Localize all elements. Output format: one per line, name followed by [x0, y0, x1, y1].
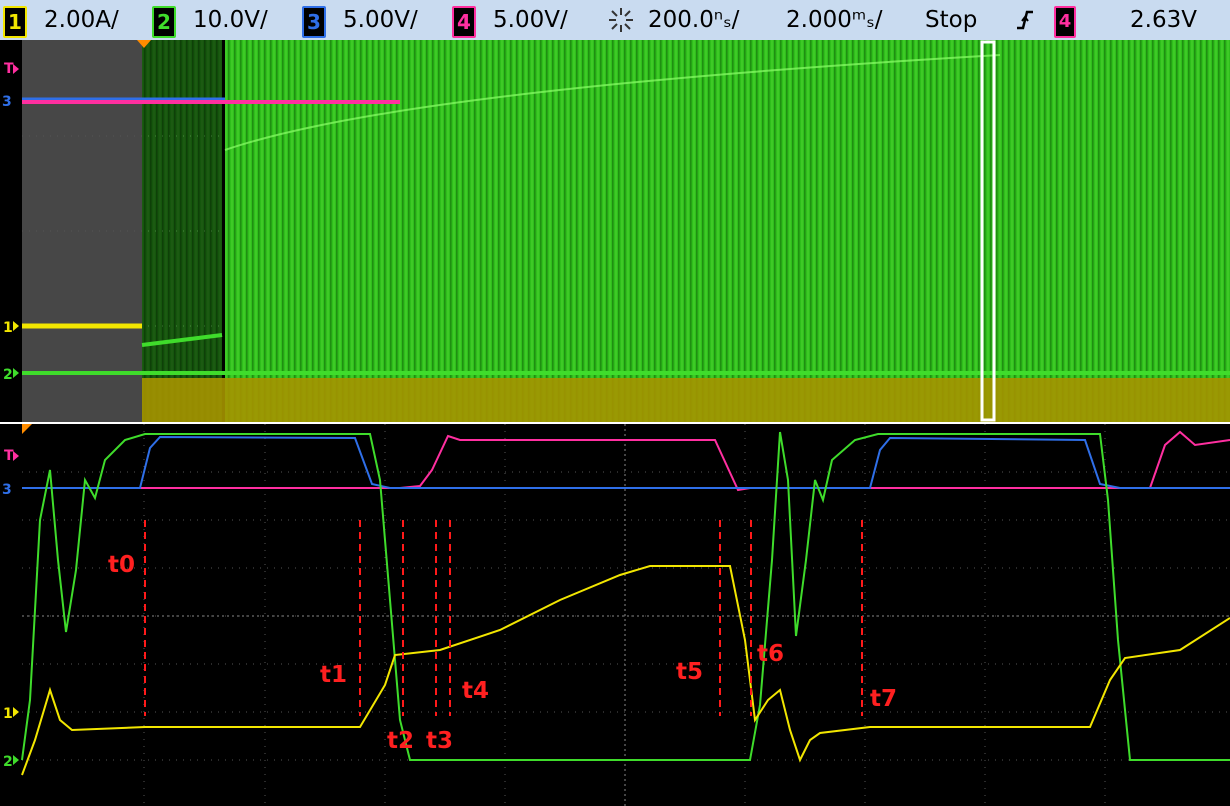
svg-text:T: T: [4, 448, 14, 464]
zoom-pane: T 3 1 2: [2, 424, 1230, 806]
ch1-band: [142, 378, 1230, 422]
label-t1: t1: [320, 662, 347, 688]
label-t5: t5: [676, 659, 703, 685]
run-state[interactable]: Stop: [925, 0, 977, 40]
waveform-display[interactable]: T 3 1 2 T 3 1 2: [0, 40, 1230, 806]
ch2-startup-burst: [142, 40, 222, 422]
outside-zoom-left: [22, 40, 142, 422]
svg-text:3: 3: [2, 94, 12, 110]
label-t7: t7: [870, 686, 897, 712]
overview-markers: T 3 1 2: [2, 61, 19, 383]
svg-text:3: 3: [2, 482, 12, 498]
svg-text:T: T: [4, 61, 14, 77]
ch3-badge[interactable]: 3: [302, 6, 326, 38]
ch3-scale[interactable]: 5.00V/: [343, 0, 418, 40]
zoom-timebase[interactable]: 200.0ⁿₛ/: [648, 0, 739, 40]
svg-text:2: 2: [3, 367, 13, 383]
rising-edge-icon: [1017, 10, 1033, 30]
ch2-badge[interactable]: 2: [152, 6, 176, 38]
ch2-envelope: [225, 40, 1230, 422]
ch1-badge[interactable]: 1: [3, 6, 27, 38]
label-t6: t6: [757, 641, 784, 667]
label-t4: t4: [462, 678, 489, 704]
label-t0: t0: [108, 552, 135, 578]
main-timebase[interactable]: 2.000ᵐₛ/: [786, 0, 883, 40]
svg-text:2: 2: [3, 754, 13, 770]
ch2-scale[interactable]: 10.0V/: [193, 0, 268, 40]
overview-pane: T 3 1 2: [2, 40, 1230, 422]
svg-text:1: 1: [3, 706, 13, 722]
trigger-level[interactable]: 2.63V: [1130, 0, 1197, 40]
ch1-scale[interactable]: 2.00A/: [44, 0, 119, 40]
status-bar: 1 2.00A/ 2 10.0V/ 3 5.00V/ 4 5.00V/ 200.…: [0, 0, 1230, 40]
ch4-badge[interactable]: 4: [452, 6, 476, 38]
svg-text:1: 1: [3, 320, 13, 336]
ch4-scale[interactable]: 5.00V/: [493, 0, 568, 40]
trigger-channel-badge[interactable]: 4: [1054, 6, 1076, 38]
label-t3: t3: [426, 728, 453, 754]
sunburst-icon: [609, 8, 633, 32]
label-t2: t2: [387, 728, 414, 754]
